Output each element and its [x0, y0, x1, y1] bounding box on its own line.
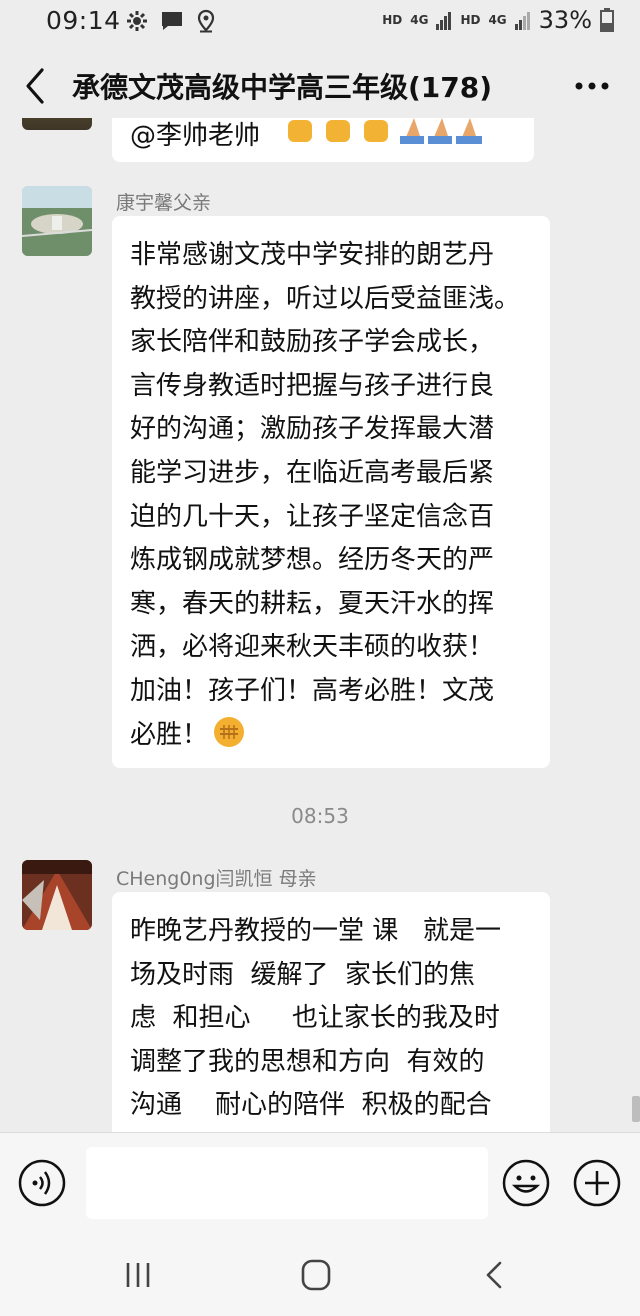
signal-icon-1 — [436, 12, 452, 30]
message-line: 沟通 耐心的陪伴 积极的配合 — [130, 1090, 492, 1121]
message-icon — [162, 12, 182, 30]
back-icon[interactable] — [476, 1258, 516, 1292]
avatar[interactable] — [22, 186, 92, 256]
message-line: 好的沟通；激励孩子发挥最大潜 — [130, 414, 495, 445]
message-line: 昨晚艺丹教授的一堂 课 就是一 — [130, 916, 502, 946]
message-line: 炼成钢成就梦想。经历冬天的严 — [130, 545, 495, 576]
location-icon — [197, 9, 215, 33]
network-4g-1: 4G — [410, 13, 429, 27]
message-line: 调整了我的思想和方向 有效的 — [130, 1046, 485, 1077]
message-line: 教授的讲座，听过以后受益匪浅。 — [130, 283, 521, 314]
message-line-text: 必胜！ — [130, 719, 209, 750]
message-line: 言传身教适时把握与孩子进行良 — [130, 370, 495, 401]
status-bar: 09:14 HD 4G HD 4G 33% — [0, 0, 640, 42]
message-list[interactable]: @李帅老帅 康宇馨父亲 非常感谢文茂中学安排的朗艺丹 教授的讲座，听过以后受益匪… — [0, 118, 640, 1132]
message-line: 虑 和担心 也让家长的我及时 — [130, 1003, 500, 1034]
sender-name: CHeng0ng闫凯恒 母亲 — [116, 868, 317, 890]
more-options-icon[interactable] — [572, 68, 612, 104]
avatar-image — [22, 186, 92, 256]
network-4g-2: 4G — [488, 13, 507, 27]
message-input[interactable] — [86, 1147, 488, 1219]
thumbs-up-emoji — [282, 118, 512, 159]
back-arrow-icon[interactable] — [22, 64, 52, 108]
battery-icon — [600, 8, 614, 32]
message-line: 寒，春天的耕耘，夏天汗水的挥 — [130, 588, 495, 619]
battery-percent: 33% — [538, 6, 592, 34]
message-line: 加油！孩子们！高考必胜！文茂 — [130, 675, 495, 706]
network-hd-2: HD — [460, 13, 481, 27]
settings-icon — [127, 11, 147, 31]
recent-apps-icon[interactable] — [118, 1258, 158, 1292]
message-line: 能学习进步，在临近高考最后紧 — [130, 457, 495, 488]
status-right: HD 4G HD 4G 33% — [382, 6, 614, 34]
message-bubble[interactable]: @李帅老帅 — [112, 118, 534, 162]
signal-icon-2 — [514, 12, 530, 30]
home-icon[interactable] — [296, 1258, 336, 1292]
message-line: 迫的几十天，让孩子坚定信念百 — [130, 501, 495, 532]
chat-title: 承德文茂高级中学高三年级(178) — [72, 71, 493, 104]
message-line: 场及时雨 缓解了 家长们的焦 — [130, 959, 476, 990]
add-attachment-icon[interactable] — [573, 1159, 621, 1207]
message-line: 必胜！ — [130, 714, 532, 758]
status-notification-icons — [126, 9, 216, 33]
message-bubble[interactable]: 昨晚艺丹教授的一堂 课 就是一 场及时雨 缓解了 家长们的焦 虑 和担心 也让家… — [112, 892, 550, 1132]
system-nav-bar — [0, 1230, 640, 1316]
fist-emoji — [214, 716, 245, 747]
message-line: 家长陪伴和鼓励孩子学会成长， — [130, 327, 495, 358]
voice-input-icon[interactable] — [18, 1159, 66, 1207]
emoji-icon[interactable] — [502, 1159, 550, 1207]
avatar[interactable] — [22, 118, 92, 130]
message-bubble[interactable]: 非常感谢文茂中学安排的朗艺丹 教授的讲座，听过以后受益匪浅。 家长陪伴和鼓励孩子… — [112, 216, 550, 768]
input-bar — [0, 1132, 640, 1231]
message-timestamp: 08:53 — [291, 804, 349, 828]
avatar[interactable] — [22, 860, 92, 930]
sender-name: 康宇馨父亲 — [116, 192, 212, 214]
avatar-image — [22, 860, 92, 930]
chat-header: 承德文茂高级中学高三年级(178) — [0, 46, 640, 126]
status-time: 09:14 — [46, 6, 121, 35]
scrollbar-thumb[interactable] — [632, 1096, 640, 1122]
message-line: 洒，必将迎来秋天丰硕的收获！ — [130, 632, 495, 663]
network-hd-1: HD — [382, 13, 403, 27]
message-line: 非常感谢文茂中学安排的朗艺丹 — [130, 240, 495, 270]
message-text: @李帅老帅 — [130, 121, 261, 151]
